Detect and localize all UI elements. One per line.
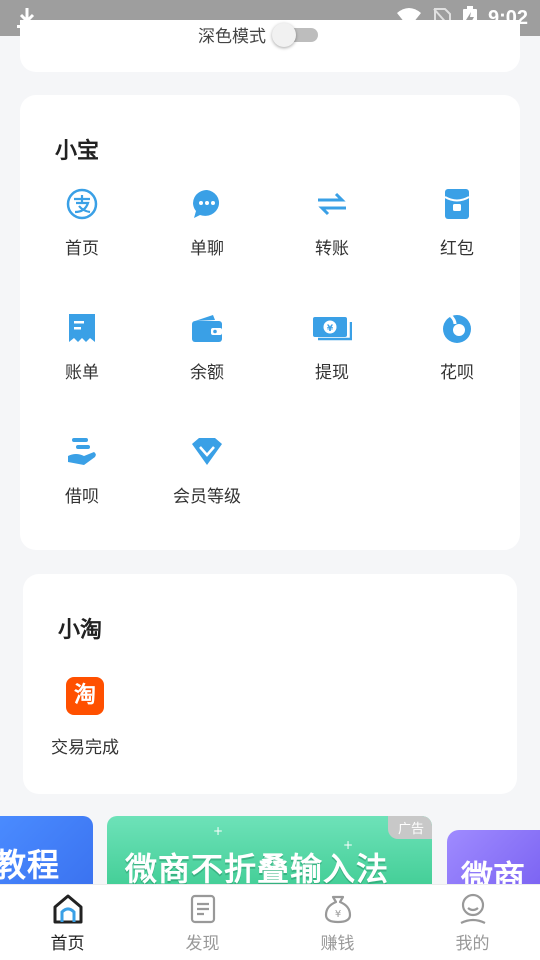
chat-bubble-icon (193, 190, 220, 218)
xiaotao-title: 小淘 (58, 618, 103, 643)
ad-badge: 广告 (387, 816, 432, 839)
xiaobao-item-membership[interactable]: 会员等级 (152, 436, 262, 536)
alipay-icon (66, 188, 98, 220)
taobao-icon: 淘 (66, 677, 104, 715)
banner-tutorial[interactable]: 教程 (0, 816, 93, 884)
xiaobao-card: 小宝 首页 单聊 转账 红包 账单 余额 ¥ 提现 花呗 借呗 会员等级 (20, 95, 520, 550)
dark-mode-row: 深色模式 (198, 22, 322, 47)
cash-withdraw-icon: ¥ (313, 317, 352, 341)
red-envelope-icon (444, 189, 470, 219)
sparkle-icon: + (213, 824, 224, 838)
xiaobao-item-home[interactable]: 首页 (27, 188, 137, 288)
xiaotao-item-trade-complete[interactable]: 淘 交易完成 (30, 677, 140, 777)
xiaotao-card: 小淘 淘 交易完成 (23, 574, 517, 794)
banner-ad-input-method[interactable]: + + 微商不折叠输入法 广告 (107, 816, 432, 884)
dark-mode-toggle[interactable] (272, 22, 322, 47)
jiebei-hand-icon (68, 438, 96, 465)
xiaobao-item-balance[interactable]: 余额 (152, 312, 262, 412)
bill-receipt-icon (69, 314, 95, 342)
nav-earn[interactable]: ¥ 赚钱 (270, 885, 405, 960)
xiaobao-item-bill[interactable]: 账单 (27, 312, 137, 412)
svg-text:¥: ¥ (335, 909, 341, 920)
xiaobao-item-huabei[interactable]: 花呗 (402, 312, 512, 412)
wallet-icon (192, 315, 222, 342)
nav-home[interactable]: 首页 (0, 885, 135, 960)
xiaobao-item-transfer[interactable]: 转账 (277, 188, 387, 288)
xiaobao-item-chat[interactable]: 单聊 (152, 188, 262, 288)
diamond-icon (192, 438, 222, 465)
dark-mode-label: 深色模式 (198, 27, 266, 47)
svg-text:¥: ¥ (327, 324, 334, 334)
transfer-arrows-icon (318, 192, 346, 216)
money-bag-icon: ¥ (324, 895, 352, 924)
discover-document-icon (190, 894, 216, 924)
settings-card: 深色模式 (20, 20, 520, 72)
bottom-nav: 首页 发现 ¥ 赚钱 我的 (0, 884, 540, 960)
nav-discover[interactable]: 发现 (135, 885, 270, 960)
profile-icon (460, 893, 486, 924)
banner-weishang[interactable]: 微商 (447, 830, 540, 884)
xiaobao-item-red-envelope[interactable]: 红包 (402, 188, 512, 288)
nav-profile[interactable]: 我的 (405, 885, 540, 960)
xiaobao-title: 小宝 (55, 139, 100, 164)
huabei-icon (443, 314, 471, 343)
xiaobao-item-withdraw[interactable]: ¥ 提现 (277, 312, 387, 412)
home-icon (53, 894, 83, 924)
xiaobao-item-jiebei[interactable]: 借呗 (27, 436, 137, 536)
